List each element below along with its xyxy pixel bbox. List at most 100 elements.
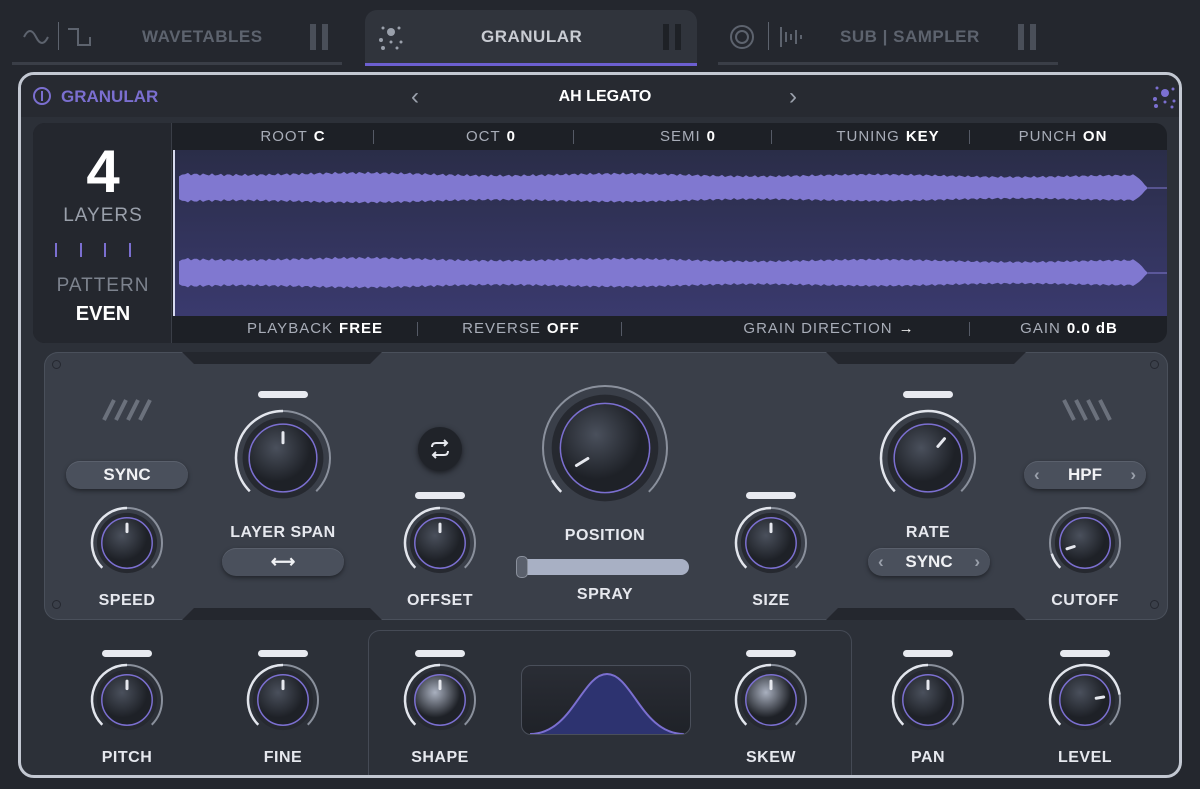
- layer-span-mod-indicator[interactable]: [258, 391, 308, 398]
- pan-mod-indicator[interactable]: [903, 650, 953, 657]
- preset-name[interactable]: AH LEGATO: [559, 88, 652, 106]
- power-icon[interactable]: [33, 87, 51, 105]
- divider: [417, 322, 418, 336]
- fine-label: FINE: [263, 749, 303, 766]
- prev-preset-button[interactable]: ‹: [411, 83, 419, 111]
- waveform: [179, 171, 1167, 289]
- layer-span-knob[interactable]: [231, 406, 335, 515]
- param-value[interactable]: 0.0 dB: [1067, 320, 1118, 337]
- pitch-knob[interactable]: [87, 660, 167, 745]
- offset-knob[interactable]: [400, 503, 480, 588]
- param-value[interactable]: C: [314, 128, 326, 145]
- pitch-mod-indicator[interactable]: [102, 650, 152, 657]
- tab-sub-sampler[interactable]: SUB | SAMPLER: [718, 10, 1058, 64]
- loop-icon: [431, 439, 449, 459]
- divider: [771, 130, 772, 144]
- screw-icon: [52, 600, 61, 609]
- offset-mod-indicator[interactable]: [415, 492, 465, 499]
- rate-mod-indicator[interactable]: [903, 391, 953, 398]
- size-label: SIZE: [752, 592, 790, 609]
- waveform-display[interactable]: [173, 150, 1167, 316]
- pause-icon: [1018, 24, 1036, 50]
- bottom_params-grain-direction[interactable]: GRAIN DIRECTION →: [743, 320, 914, 337]
- pattern-indicator: [55, 243, 131, 257]
- tab-granular[interactable]: GRANULAR: [365, 10, 697, 66]
- param-label: PUNCH: [1018, 128, 1077, 145]
- divider: [969, 130, 970, 144]
- param-label: GRAIN DIRECTION: [743, 320, 893, 337]
- position-knob[interactable]: [538, 381, 672, 520]
- param-label: OCT: [465, 128, 501, 145]
- param-label: SEMI: [659, 128, 701, 145]
- layers-count[interactable]: 4: [86, 137, 119, 206]
- cutoff-knob[interactable]: [1045, 503, 1125, 588]
- grain-shape-display: [521, 665, 691, 735]
- waveform-layer: [179, 256, 1148, 289]
- spray-label: SPRAY: [576, 586, 634, 603]
- level-mod-indicator[interactable]: [1060, 650, 1110, 657]
- bottom_params-reverse[interactable]: REVERSE OFF: [462, 320, 580, 337]
- param-value[interactable]: →: [899, 320, 915, 337]
- bottom_params-playback[interactable]: PLAYBACK FREE: [247, 320, 383, 337]
- shape-label: SHAPE: [411, 749, 469, 766]
- chevron-right-icon[interactable]: ›: [1130, 465, 1136, 485]
- playhead[interactable]: [173, 150, 175, 316]
- fine-knob[interactable]: [243, 660, 323, 745]
- pan-label: PAN: [910, 749, 946, 766]
- pause-icon: [663, 24, 681, 50]
- bottom_params-gain[interactable]: GAIN 0.0 dB: [1020, 320, 1118, 337]
- module-header: GRANULAR ‹ AH LEGATO ›: [21, 75, 1179, 117]
- param-value[interactable]: OFF: [547, 320, 580, 337]
- chevron-right-icon[interactable]: ›: [974, 552, 980, 572]
- size-knob[interactable]: [731, 503, 811, 588]
- fine-mod-indicator[interactable]: [258, 650, 308, 657]
- rate-sync-selector[interactable]: ‹ SYNC ›: [868, 548, 990, 576]
- param-value[interactable]: ON: [1083, 128, 1108, 145]
- filter-type-selector[interactable]: ‹ HPF ›: [1024, 461, 1146, 489]
- param-value[interactable]: 0: [707, 128, 716, 145]
- param-value[interactable]: FREE: [339, 320, 383, 337]
- backward-hatch-icon: [1062, 399, 1112, 421]
- pattern-value[interactable]: EVEN: [76, 303, 130, 326]
- param-value[interactable]: KEY: [906, 128, 940, 145]
- chevron-left-icon[interactable]: ‹: [1034, 465, 1040, 485]
- next-preset-button[interactable]: ›: [789, 83, 797, 111]
- param-label: PLAYBACK: [246, 320, 334, 337]
- loop-toggle-button[interactable]: [418, 427, 462, 471]
- waveform-layer: [179, 171, 1148, 204]
- granular-dots-icon[interactable]: [1151, 83, 1177, 109]
- rate-knob[interactable]: [876, 406, 980, 515]
- top_params-punch[interactable]: PUNCH ON: [1019, 128, 1108, 145]
- chevron-left-icon[interactable]: ‹: [878, 552, 884, 572]
- speed-sync-button[interactable]: SYNC: [66, 461, 188, 489]
- level-knob[interactable]: [1045, 660, 1125, 745]
- square-wave-icon: [68, 28, 91, 46]
- spray-slider[interactable]: [516, 556, 689, 578]
- shape-mod-indicator[interactable]: [415, 650, 465, 657]
- level-label: LEVEL: [1057, 749, 1113, 766]
- top_params-semi[interactable]: SEMI 0: [660, 128, 716, 145]
- speed-label: SPEED: [98, 592, 156, 609]
- shape-knob[interactable]: [400, 660, 480, 745]
- divider: [969, 322, 970, 336]
- top_params-tuning[interactable]: TUNING KEY: [836, 128, 939, 145]
- top_params-oct[interactable]: OCT 0: [466, 128, 516, 145]
- top_params-root[interactable]: ROOT C: [260, 128, 325, 145]
- tab-wavetables[interactable]: WAVETABLES: [12, 10, 352, 64]
- pause-icon: [310, 24, 328, 50]
- speed-knob[interactable]: [87, 503, 167, 588]
- sine-wave-icon: [23, 30, 49, 44]
- skew-knob[interactable]: [731, 660, 811, 745]
- layer-span-direction-button[interactable]: ⟷: [222, 548, 344, 576]
- granular-dots-icon: [379, 26, 403, 50]
- pan-knob[interactable]: [888, 660, 968, 745]
- size-mod-indicator[interactable]: [746, 492, 796, 499]
- sampler-icon: [780, 27, 802, 47]
- layer-span-label: LAYER SPAN: [230, 524, 336, 541]
- screw-icon: [52, 360, 61, 369]
- param-value[interactable]: 0: [507, 128, 516, 145]
- spray-slider-handle[interactable]: [516, 556, 528, 578]
- screw-icon: [1150, 360, 1159, 369]
- skew-label: SKEW: [746, 749, 796, 766]
- skew-mod-indicator[interactable]: [746, 650, 796, 657]
